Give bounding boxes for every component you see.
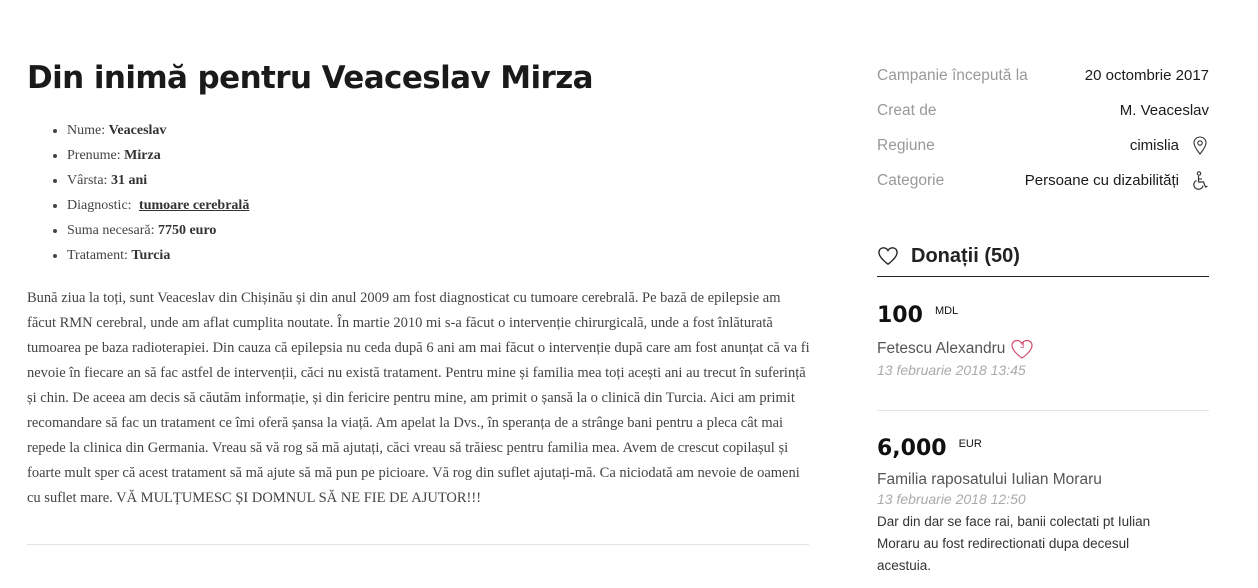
- donor-name: Fetescu Alexandru: [877, 340, 1006, 357]
- diagnosis-link[interactable]: tumoare cerebrală: [139, 198, 249, 213]
- info-row-creator: Creat de M. Veaceslav: [877, 93, 1209, 128]
- donation-amount: 6,000 EUR: [877, 436, 1209, 461]
- creator-label: Creat de: [877, 101, 937, 119]
- info-row-category: Categorie Persoane cu dizabilități: [877, 163, 1209, 198]
- fact-treatment: Tratament: Turcia: [67, 243, 809, 268]
- category-value[interactable]: Persoane cu dizabilități: [1025, 172, 1179, 189]
- donor-row: Familia raposatului Iulian Moraru: [877, 471, 1209, 489]
- started-value: 20 octombrie 2017: [1084, 67, 1209, 84]
- donor-row: Fetescu Alexandru 3: [877, 338, 1209, 360]
- campaign-content: Din inimă pentru Veaceslav Mirza Nume: V…: [27, 56, 810, 511]
- info-row-started: Campanie începută la 20 octombrie 2017: [877, 58, 1209, 93]
- fact-name: Nume: Veaceslav: [67, 118, 809, 143]
- page-title: Din inimă pentru Veaceslav Mirza: [27, 60, 594, 96]
- donation-date: 13 februarie 2018 12:50: [877, 491, 1026, 507]
- location-pin-icon: [1191, 136, 1209, 156]
- fact-amount-needed: Suma necesară: 7750 euro: [67, 218, 809, 243]
- content-divider: [27, 544, 809, 545]
- category-label: Categorie: [877, 171, 945, 189]
- amount-currency: EUR: [958, 438, 982, 450]
- donation-divider: [877, 410, 1209, 411]
- info-row-region: Regiune cimislia: [877, 128, 1209, 163]
- region-label: Regiune: [877, 136, 935, 154]
- creator-value[interactable]: M. Veaceslav: [1120, 102, 1209, 119]
- donation-message: Dar din dar se face rai, banii colectati…: [877, 514, 1151, 573]
- campaign-story: Bună ziua la toți, sunt Veaceslav din Ch…: [27, 290, 810, 506]
- donation-date: 13 februarie 2018 13:45: [877, 362, 1026, 378]
- region-value[interactable]: cimislia: [1130, 137, 1179, 154]
- fact-surname: Prenume: Mirza: [67, 143, 809, 168]
- fact-diagnosis: Diagnostic: tumoare cerebrală: [67, 193, 809, 218]
- amount-currency: MDL: [934, 305, 959, 317]
- fact-age: Vârsta: 31 ani: [67, 168, 809, 193]
- amount-value: 100: [877, 303, 923, 328]
- donor-badge-count: 3: [1020, 341, 1025, 350]
- campaign-info: Campanie începută la 20 octombrie 2017 C…: [877, 58, 1209, 198]
- facts-list: Nume: Veaceslav Prenume: Mirza Vârsta: 3…: [27, 118, 809, 268]
- donation-amount: 100 MDL: [877, 303, 1209, 328]
- donor-heart-badge-icon: 3: [1009, 338, 1035, 360]
- amount-value: 6,000: [877, 436, 947, 461]
- donations-header: Donații (50): [877, 236, 1209, 277]
- donation-item: 100 MDL Fetescu Alexandru 3 13 februarie…: [877, 303, 1209, 378]
- started-label: Campanie începută la: [877, 66, 1028, 84]
- donations-heading: Donații (50): [911, 244, 1020, 267]
- wheelchair-icon: [1191, 170, 1209, 191]
- heart-icon: [878, 247, 898, 266]
- donation-item: 6,000 EUR Familia raposatului Iulian Mor…: [877, 436, 1209, 577]
- donor-name: Familia raposatului Iulian Moraru: [877, 471, 1102, 488]
